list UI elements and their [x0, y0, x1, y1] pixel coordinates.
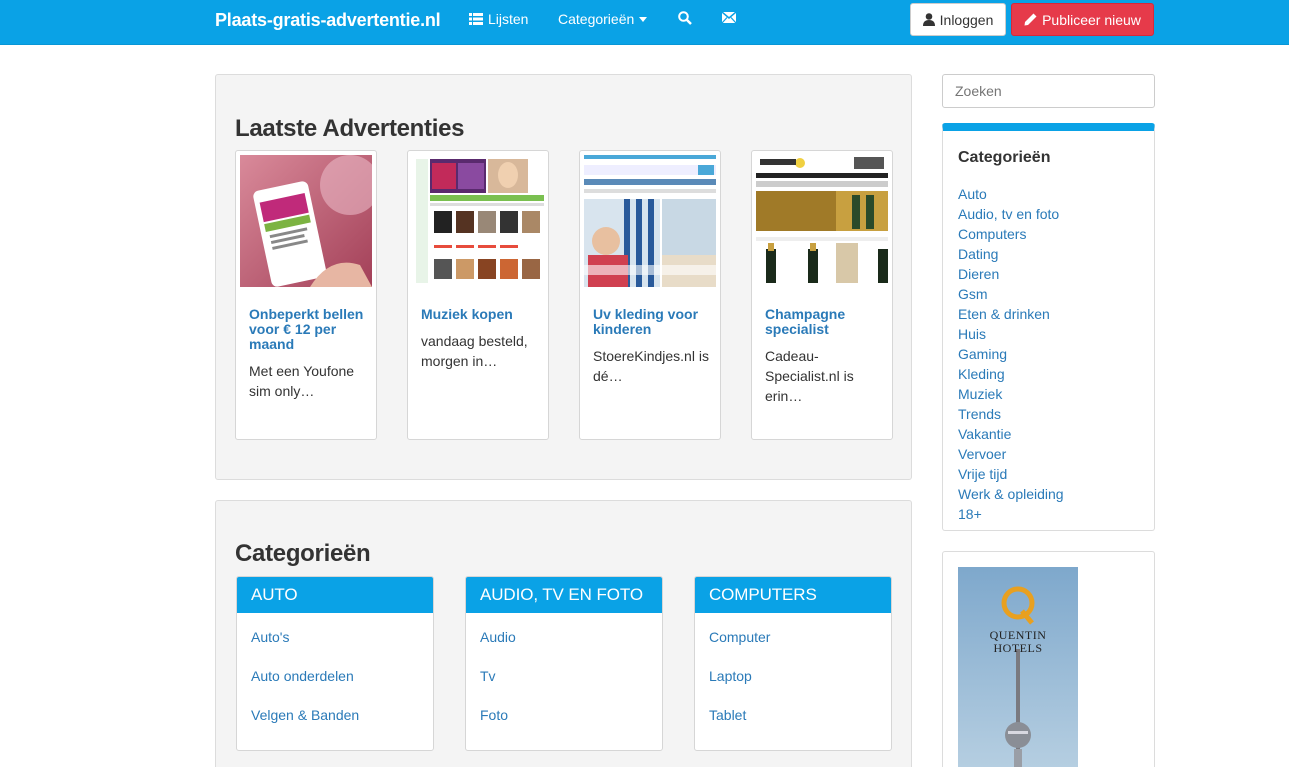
sidebar-banner-panel: QUENTIN HOTELS: [942, 551, 1155, 767]
sidebar-category-link[interactable]: Vakantie: [958, 424, 1064, 444]
sidebar-categories-heading: Categorieën: [958, 149, 1051, 166]
sidebar-category-link[interactable]: Dating: [958, 244, 1064, 264]
envelope-icon: [722, 12, 736, 23]
publish-new-button[interactable]: Publiceer nieuw: [1011, 3, 1154, 36]
latest-ads-panel: Laatste Advertenties Onbeperkt bellen vo…: [215, 74, 912, 480]
sidebar-category-link[interactable]: Gaming: [958, 344, 1064, 364]
ad-thumbnail-music[interactable]: [412, 155, 544, 287]
sidebar-category-list: Auto Audio, tv en foto Computers Dating …: [958, 184, 1064, 524]
category-box-heading[interactable]: AUTO: [237, 577, 433, 613]
nav-lijsten[interactable]: Lijsten: [469, 11, 528, 27]
ad-thumbnail-champagne[interactable]: [756, 155, 888, 287]
caret-down-icon: [639, 16, 648, 22]
sidebar-category-link[interactable]: Audio, tv en foto: [958, 204, 1064, 224]
sidebar-category-link[interactable]: Gsm: [958, 284, 1064, 304]
category-box-computers: COMPUTERS Computer Laptop Tablet: [694, 576, 892, 751]
sidebar-category-link[interactable]: Kleding: [958, 364, 1064, 384]
login-button-label: Inloggen: [939, 11, 994, 28]
publish-new-button-label: Publiceer nieuw: [1042, 11, 1141, 28]
nav-contact[interactable]: [722, 12, 736, 23]
categories-panel: Categorieën AUTO Auto's Auto onderdelen …: [215, 500, 912, 767]
ad-card[interactable]: Uv kleding voor kinderen StoereKindjes.n…: [579, 150, 721, 440]
nav-categorieen-dropdown[interactable]: Categorieën: [558, 11, 648, 27]
sidebar-category-link[interactable]: 18+: [958, 504, 1064, 524]
sidebar-category-link[interactable]: Computers: [958, 224, 1064, 244]
sidebar-category-link[interactable]: Vrije tijd: [958, 464, 1064, 484]
latest-ads-heading: Laatste Advertenties: [235, 115, 465, 142]
sidebar-categories-panel: Categorieën Auto Audio, tv en foto Compu…: [942, 123, 1155, 531]
subcategory-link[interactable]: Tablet: [709, 707, 746, 723]
category-box-heading[interactable]: AUDIO, TV EN FOTO: [466, 577, 662, 613]
nav-lijsten-label: Lijsten: [488, 11, 529, 27]
ad-title-link[interactable]: Muziek kopen: [421, 307, 541, 322]
search-icon: [678, 11, 692, 25]
subcategory-link[interactable]: Computer: [709, 629, 770, 645]
login-button[interactable]: Inloggen: [910, 3, 1006, 36]
sidebar-category-link[interactable]: Vervoer: [958, 444, 1064, 464]
banner-brand-line2: HOTELS: [993, 641, 1043, 655]
sidebar-category-link[interactable]: Muziek: [958, 384, 1064, 404]
ad-thumbnail-phone[interactable]: [240, 155, 372, 287]
user-icon: [922, 13, 935, 26]
ad-description: vandaag besteld, morgen in…: [421, 333, 528, 369]
subcategory-link[interactable]: Foto: [480, 707, 508, 723]
pencil-icon: [1024, 13, 1037, 26]
quentin-hotels-banner[interactable]: QUENTIN HOTELS: [958, 567, 1078, 767]
nav-search[interactable]: [678, 11, 692, 25]
subcategory-link[interactable]: Audio: [480, 629, 516, 645]
categories-heading: Categorieën: [235, 540, 371, 567]
sidebar-category-link[interactable]: Eten & drinken: [958, 304, 1064, 324]
ad-title-link[interactable]: Uv kleding voor kinderen: [593, 307, 713, 337]
ad-card[interactable]: Muziek kopen vandaag besteld, morgen in…: [407, 150, 549, 440]
category-box-audio-tv-foto: AUDIO, TV EN FOTO Audio Tv Foto: [465, 576, 663, 751]
subcategory-link[interactable]: Tv: [480, 668, 496, 684]
nav-categorieen-label: Categorieën: [558, 11, 635, 27]
ad-card[interactable]: Onbeperkt bellen voor € 12 per maand Met…: [235, 150, 377, 440]
ad-card[interactable]: Champagne specialist Cadeau-Specialist.n…: [751, 150, 893, 440]
subcategory-link[interactable]: Auto's: [251, 629, 289, 645]
list-icon: [469, 13, 483, 25]
ad-title-link[interactable]: Champagne specialist: [765, 307, 885, 337]
subcategory-link[interactable]: Velgen & Banden: [251, 707, 359, 723]
top-navbar: Plaats-gratis-advertentie.nl Lijsten Cat…: [0, 0, 1289, 45]
category-box-heading[interactable]: COMPUTERS: [695, 577, 891, 613]
sidebar-category-link[interactable]: Trends: [958, 404, 1064, 424]
subcategory-link[interactable]: Laptop: [709, 668, 752, 684]
ad-thumbnail-uv-clothing[interactable]: [584, 155, 716, 287]
ad-description: Cadeau-Specialist.nl is erin…: [765, 348, 854, 404]
site-brand[interactable]: Plaats-gratis-advertentie.nl: [215, 10, 441, 31]
category-box-auto: AUTO Auto's Auto onderdelen Velgen & Ban…: [236, 576, 434, 751]
sidebar-category-link[interactable]: Huis: [958, 324, 1064, 344]
ad-description: Met een Youfone sim only…: [249, 363, 355, 399]
subcategory-link[interactable]: Auto onderdelen: [251, 668, 354, 684]
sidebar-category-link[interactable]: Werk & opleiding: [958, 484, 1064, 504]
sidebar-search-input[interactable]: [942, 74, 1155, 108]
banner-image: [958, 567, 1078, 767]
ad-title-link[interactable]: Onbeperkt bellen voor € 12 per maand: [249, 307, 369, 352]
sidebar-category-link[interactable]: Auto: [958, 184, 1064, 204]
sidebar-category-link[interactable]: Dieren: [958, 264, 1064, 284]
ad-description: StoereKindjes.nl is dé…: [593, 348, 709, 384]
